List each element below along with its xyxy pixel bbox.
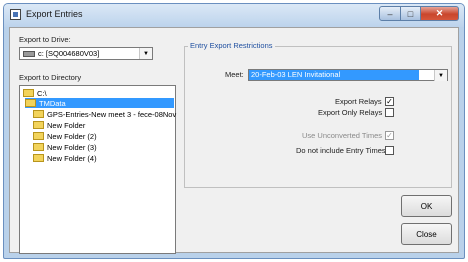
meet-select[interactable]: 20-Feb-03 LEN Invitational ▼ [248,69,448,81]
directory-item-selected[interactable]: TMData [25,98,174,108]
export-to-directory-label: Export to Directory [19,73,82,82]
drive-select[interactable]: c: [SQ004680V03] ▼ [19,47,153,60]
ok-button[interactable]: OK [401,195,452,217]
entry-export-restrictions-title: Entry Export Restrictions [188,41,275,50]
do-not-include-entry-times-checkbox[interactable] [385,146,394,155]
chevron-down-icon[interactable]: ▼ [434,70,447,81]
export-entries-window: Export Entries – □ ✕ Export to Drive: c:… [3,3,465,259]
app-icon [10,9,21,20]
maximize-button[interactable]: □ [401,6,421,21]
folder-icon [33,132,44,140]
close-button[interactable]: Close [401,223,452,245]
export-to-drive-label: Export to Drive: [19,35,71,44]
meet-select-value: 20-Feb-03 LEN Invitational [249,70,419,80]
minimize-icon: – [387,8,393,19]
check-icon: ✓ [386,131,393,140]
meet-label: Meet: [225,70,244,79]
directory-item-label: New Folder (4) [47,153,97,163]
directory-tree[interactable]: C:\ TMData GPS-Entries-New meet 3 - fece… [19,85,176,254]
drive-icon [23,51,35,57]
directory-item-label: C:\ [37,88,47,98]
directory-item-label: TMData [39,98,66,108]
directory-item[interactable]: New Folder [33,120,85,130]
close-window-button[interactable]: ✕ [421,6,459,21]
title-bar[interactable]: Export Entries – □ ✕ [4,4,464,27]
folder-icon [33,110,44,118]
folder-open-icon [23,89,34,97]
directory-item[interactable]: C:\ [23,88,47,98]
window-title: Export Entries [26,9,83,19]
export-relays-checkbox[interactable]: ✓ [385,97,394,106]
maximize-icon: □ [407,8,414,19]
window-controls: – □ ✕ [379,6,459,21]
close-icon: ✕ [435,8,444,18]
folder-open-icon [25,99,36,107]
directory-item-label: GPS-Entries-New meet 3 - fece-08Nov [47,109,177,119]
export-only-relays-label: Export Only Relays [318,108,383,117]
directory-item-label: New Folder (2) [47,131,97,141]
do-not-include-entry-times-label: Do not include Entry Times [296,146,386,155]
use-unconverted-times-checkbox[interactable]: ✓ [385,131,394,140]
folder-icon [33,143,44,151]
export-only-relays-checkbox[interactable] [385,108,394,117]
directory-item[interactable]: GPS-Entries-New meet 3 - fece-08Nov [33,109,176,119]
directory-item[interactable]: New Folder (3) [33,142,97,152]
directory-item[interactable]: New Folder (4) [33,153,97,163]
folder-icon [33,121,44,129]
entry-export-restrictions-group [184,46,452,188]
use-unconverted-times-label: Use Unconverted Times [302,131,383,140]
dialog-body: Export to Drive: c: [SQ004680V03] ▼ Expo… [9,27,459,254]
chevron-down-icon[interactable]: ▼ [139,48,152,59]
folder-icon [33,154,44,162]
export-relays-label: Export Relays [335,97,382,106]
drive-select-value: c: [SQ004680V03] [38,49,100,58]
directory-item-label: New Folder [47,120,86,130]
directory-item-label: New Folder (3) [47,142,97,152]
minimize-button[interactable]: – [379,6,401,21]
check-icon: ✓ [386,97,393,106]
directory-item[interactable]: New Folder (2) [33,131,97,141]
